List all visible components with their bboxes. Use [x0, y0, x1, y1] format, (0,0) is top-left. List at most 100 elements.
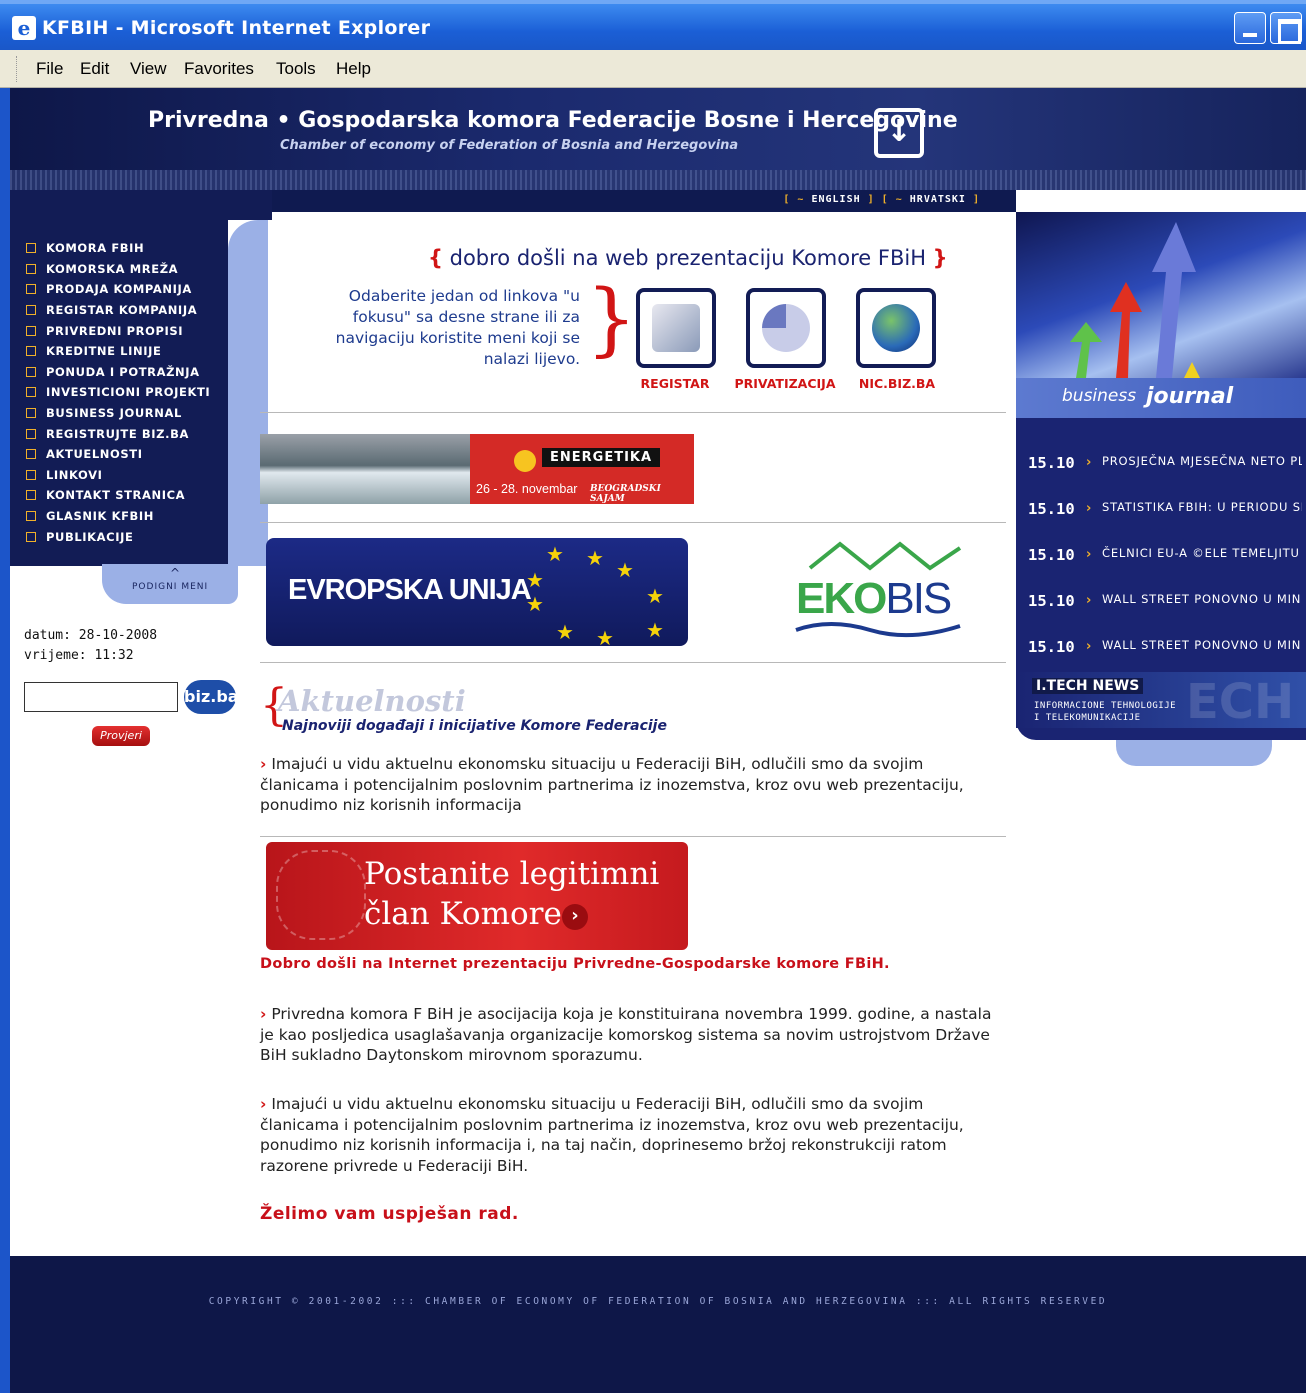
square-bullet-icon [26, 408, 36, 419]
menu-grip [16, 56, 19, 82]
divider [260, 662, 1006, 663]
square-bullet-icon [26, 490, 36, 501]
star-icon: ★ [616, 558, 634, 582]
nicbizba-link[interactable]: NIC.BIZ.BA [842, 376, 952, 391]
square-bullet-icon [26, 366, 36, 377]
ekobis-logo[interactable]: EKOBIS [790, 538, 970, 646]
postanite-clan-banner[interactable]: Postanite legitimni član Komore › [266, 842, 688, 950]
about-paragraph: › Privredna komora F BiH je asocijacija … [260, 1005, 992, 1064]
nav-item-komora-fbih[interactable]: KOMORA FBIH [26, 238, 210, 259]
square-bullet-icon [26, 263, 36, 274]
business-journal-panel: business journal 15.10 › PROSJEČNA MJESEČN… [1016, 212, 1306, 740]
square-bullet-icon [26, 305, 36, 316]
info-paragraph: › Imajući u vidu aktuelnu ekonomsku situ… [260, 1095, 964, 1175]
nav-item-komorska-mreza[interactable]: KOMORSKA MREŽA [26, 259, 210, 280]
registar-icon[interactable] [636, 288, 716, 368]
chevron-right-icon: › [562, 904, 588, 930]
download-arrow-icon[interactable]: ↓ [874, 108, 924, 158]
lang-english-link[interactable]: ENGLISH [811, 194, 860, 205]
arrows-graphic [1016, 212, 1306, 378]
intro-text: Odaberite jedan od linkova "u fokusu" sa… [335, 287, 580, 368]
star-icon: ★ [556, 620, 574, 644]
minimize-button[interactable] [1234, 12, 1266, 44]
square-bullet-icon [26, 428, 36, 439]
nav-item-kreditne-linije[interactable]: KREDITNE LINIJE [26, 341, 210, 362]
globe-icon[interactable] [856, 288, 936, 368]
star-icon: ★ [646, 584, 664, 608]
copyright-text: COPYRIGHT © 2001-2002 ::: CHAMBER OF ECO… [208, 1296, 1108, 1307]
news-item[interactable]: 15.10›ČELNICI EU-A ©ELE TEMELJITU REFORM… [1028, 544, 1304, 590]
nav-item-glasnik[interactable]: GLASNIK KFBIH [26, 506, 210, 527]
lang-hrvatski-link[interactable]: HRVATSKI [910, 194, 966, 205]
itech-news-banner[interactable]: ECH I.TECH NEWS INFORMACIONE TEHNOLOGIJE… [1016, 672, 1306, 730]
nav-item-privredni-propisi[interactable]: PRIVREDNI PROPISI [26, 320, 210, 341]
star-icon: ★ [596, 626, 614, 650]
maximize-button[interactable] [1270, 12, 1302, 44]
square-bullet-icon [26, 449, 36, 460]
language-bar: [ ~ ENGLISH ] [ ~ HRVATSKI ] [272, 190, 1016, 212]
left-nav: KOMORA FBIH KOMORSKA MREŽA PRODAJA KOMPA… [10, 190, 272, 568]
menu-view[interactable]: View [130, 59, 167, 79]
menu-file[interactable]: File [36, 59, 63, 79]
arrow-icon: › [260, 1095, 267, 1113]
time-text: vrijeme: 11:32 [24, 648, 134, 663]
nav-item-kontakt[interactable]: KONTAKT STRANICA [26, 485, 210, 506]
bizba-logo: biz.ba [184, 680, 239, 714]
nav-item-investicioni-projekti[interactable]: INVESTICIONI PROJEKTI [26, 382, 210, 403]
divider [260, 522, 1006, 523]
nav-item-registrujte-bizba[interactable]: REGISTRUJTE BIZ.BA [26, 423, 210, 444]
star-icon: ★ [526, 568, 544, 592]
nav-item-business-journal[interactable]: BUSINESS JOURNAL [26, 403, 210, 424]
date-text: datum: 28-10-2008 [24, 628, 158, 643]
brace-decoration: } [586, 272, 637, 365]
header-strip [10, 170, 1306, 190]
site-subtitle: Chamber of economy of Federation of Bosn… [280, 138, 739, 153]
dam-photo [260, 434, 470, 504]
arrow-icon: › [1086, 547, 1092, 562]
menu-favorites[interactable]: Favorites [184, 59, 254, 79]
provjeri-button[interactable]: Provjeri [92, 726, 150, 746]
arrow-icon: › [1086, 639, 1092, 654]
biz-search-input[interactable] [24, 682, 178, 712]
arrow-icon: › [260, 1005, 267, 1023]
privatizacija-link[interactable]: PRIVATIZACIJA [730, 376, 840, 391]
divider [260, 836, 1006, 837]
evropska-unija-banner[interactable]: EVROPSKA UNIJA ★ ★ ★ ★ ★ ★ ★ ★ ★ [266, 538, 688, 650]
nav-item-aktuelnosti[interactable]: AKTUELNOSTI [26, 444, 210, 465]
energetika-banner[interactable]: ENERGETIKA 26 - 28. novembar BEOGRADSKI … [260, 434, 694, 504]
nav-item-registar-kompanija[interactable]: REGISTAR KOMPANIJA [26, 300, 210, 321]
star-icon: ★ [586, 546, 604, 570]
news-item[interactable]: 15.10›PROSJEČNA MJESEČNA NETO PLAĆA U AV… [1028, 452, 1304, 498]
square-bullet-icon [26, 469, 36, 480]
date-time: datum: 28-10-2008 vrijeme: 11:32 [24, 626, 157, 666]
nav-item-linkovi[interactable]: LINKOVI [26, 465, 210, 486]
nav-item-prodaja-kompanija[interactable]: PRODAJA KOMPANIJA [26, 279, 210, 300]
aktuelnosti-title: Aktuelnosti [278, 684, 466, 718]
ie-icon: e [12, 16, 36, 40]
privatizacija-pie-icon[interactable] [746, 288, 826, 368]
square-bullet-icon [26, 531, 36, 542]
welcome-heading: { dobro došli na web prezentaciju Komore… [428, 246, 948, 270]
registar-link[interactable]: REGISTAR [620, 376, 730, 391]
menu-edit[interactable]: Edit [80, 59, 109, 79]
menu-help[interactable]: Help [336, 59, 371, 79]
nav-item-ponuda-potraznja[interactable]: PONUDA I POTRAŽNJA [26, 362, 210, 383]
menu-bar: File Edit View Favorites Tools Help [0, 50, 1306, 88]
nav-item-publikacije[interactable]: PUBLIKACIJE [26, 526, 210, 547]
aktuelnosti-subtitle: Najnoviji događaji i inicijative Komore … [282, 718, 667, 734]
star-icon: ★ [646, 618, 664, 642]
arrow-icon: › [1086, 501, 1092, 516]
site-header: Privredna • Gospodarska komora Federacij… [10, 88, 1306, 190]
square-bullet-icon [26, 243, 36, 254]
sun-icon [514, 450, 536, 472]
window-title: KFBIH - Microsoft Internet Explorer [42, 17, 431, 39]
menu-tools[interactable]: Tools [276, 59, 316, 79]
site-title: Privredna • Gospodarska komora Federacij… [148, 108, 958, 133]
collapse-menu-button[interactable]: ^ PODIGNI MENI [102, 564, 238, 604]
news-item[interactable]: 15.10›WALL STREET PONOVNO U MINUSU [1028, 590, 1304, 636]
business-journal-header[interactable]: business journal [1016, 378, 1306, 418]
dobro-dosli-text: Dobro došli na Internet prezentaciju Pri… [260, 956, 890, 972]
web-page: Privredna • Gospodarska komora Federacij… [10, 88, 1306, 1393]
news-item[interactable]: 15.10›STATISTIKA FBIH: U PERIODU SEPTEMB… [1028, 498, 1304, 544]
nav-edge [228, 220, 268, 566]
